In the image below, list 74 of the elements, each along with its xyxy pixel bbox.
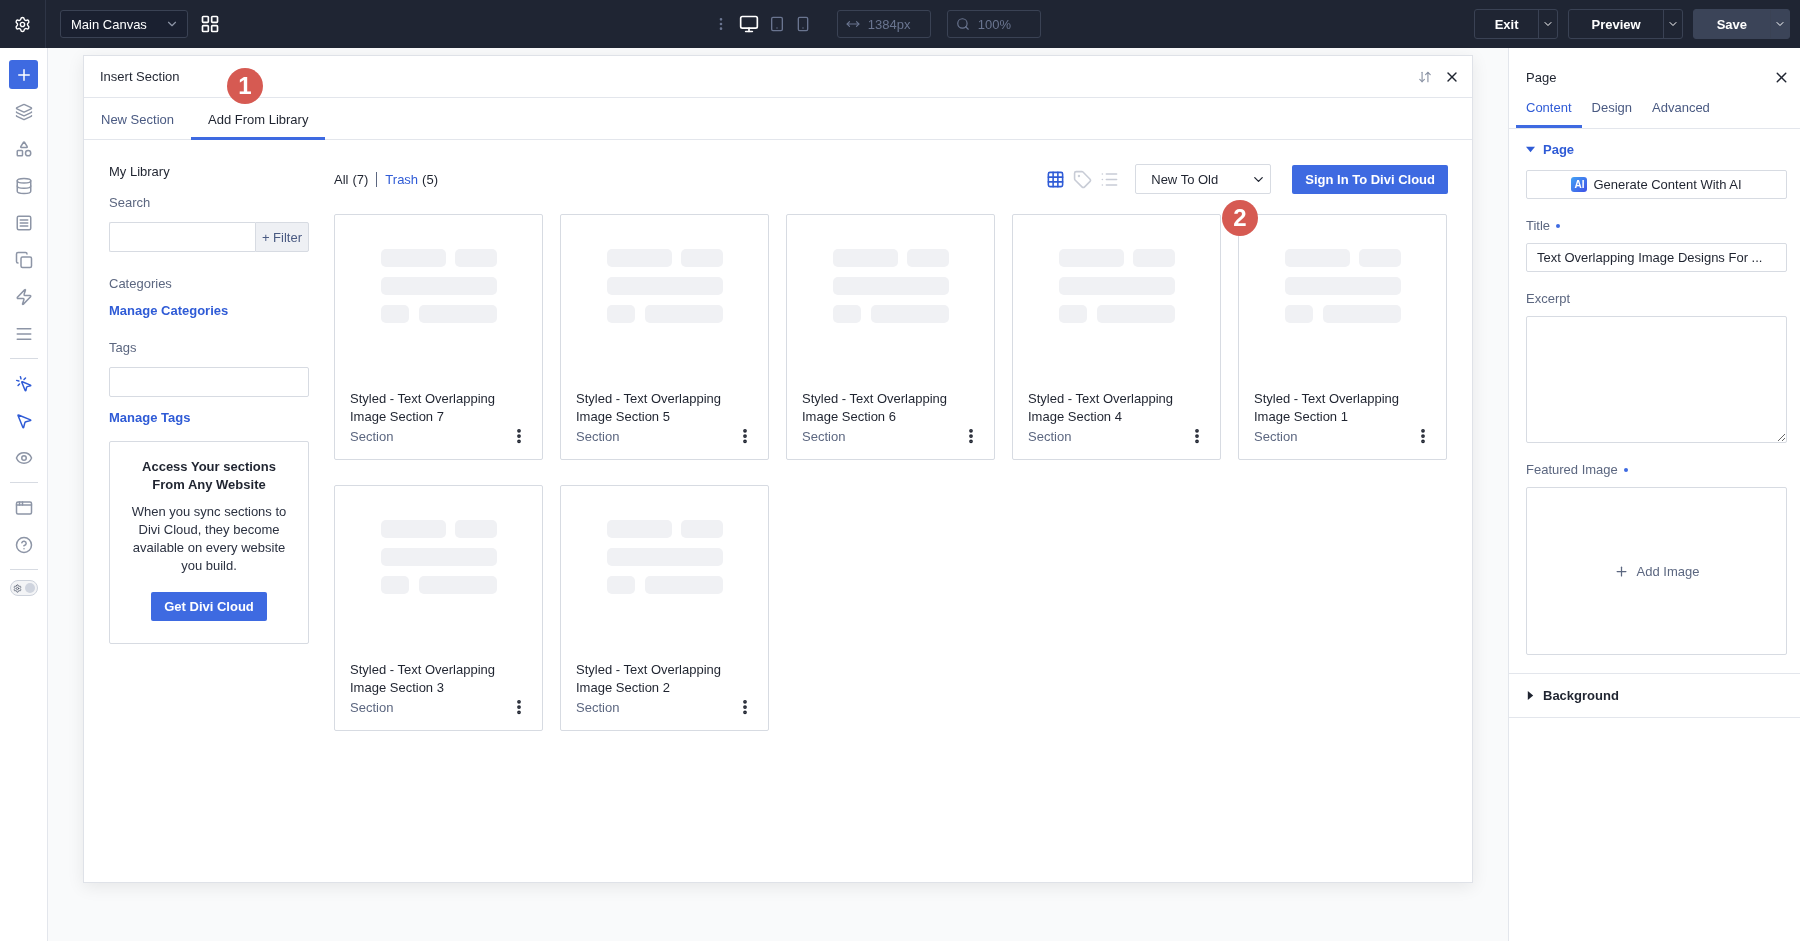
get-divi-cloud-button[interactable]: Get Divi Cloud [151, 592, 267, 621]
search-label: Search [109, 195, 152, 210]
step-badge: 2 [1222, 200, 1258, 236]
split-button[interactable]: Exit [1473, 9, 1559, 39]
step-badge: 1 [227, 68, 263, 104]
dot-icon [1556, 223, 1561, 228]
dot-icon [1623, 467, 1628, 472]
add-icon[interactable] [9, 60, 38, 89]
split-button[interactable]: Save [1692, 9, 1790, 39]
card-type: Section [1028, 428, 1072, 444]
card-title: Styled - Text Overlapping Image Section 1 [1254, 390, 1400, 426]
tab[interactable]: Design [1581, 90, 1642, 128]
theme-toggle[interactable] [9, 580, 38, 596]
sort-icon[interactable] [1418, 69, 1432, 84]
card-title: Styled - Text Overlapping Image Section 2 [576, 661, 722, 697]
settings-icon[interactable] [14, 15, 31, 33]
triangle-icon [1526, 145, 1535, 154]
panel-title: Page [1526, 69, 1557, 85]
card-title: Styled - Text Overlapping Image Section 7 [350, 390, 496, 426]
promo-text: When you sync sections to Divi Cloud, they become available on every website you build. [130, 503, 288, 575]
grid-icon[interactable] [200, 14, 220, 34]
generate-ai-button[interactable]: AI Generate Content With AI [1526, 170, 1787, 199]
card-title: Styled - Text Overlapping Image Section 3 [350, 661, 496, 697]
search-icon [955, 17, 970, 31]
tab[interactable]: Advanced [1642, 90, 1720, 128]
filter-link[interactable]: Trash [385, 171, 419, 187]
tab[interactable]: Content [1516, 90, 1582, 128]
field-label: Title [1526, 218, 1551, 233]
field-label: Featured Image [1526, 462, 1618, 477]
library-heading: My Library [109, 164, 171, 179]
manage-categories-link[interactable]: Manage Categories [109, 303, 309, 318]
library-card[interactable]: Styled - Text Overlapping Image Section 6 Section [786, 214, 995, 460]
sort-select[interactable]: New To Old [1135, 164, 1272, 194]
card-type: Section [802, 428, 846, 444]
card-type: Section [576, 428, 620, 444]
split-button[interactable]: Preview [1568, 9, 1683, 39]
plus-icon [1613, 563, 1629, 579]
field-label: Excerpt [1526, 291, 1571, 306]
card-type: Section [350, 699, 394, 715]
search-field[interactable] [109, 222, 255, 252]
triangle-icon [1526, 691, 1535, 700]
library-card[interactable]: Styled - Text Overlapping Image Section 3 Section [334, 485, 543, 731]
section-toggle[interactable]: Background [1526, 688, 1787, 703]
tab[interactable]: New Section [84, 98, 191, 140]
categories-label: Categories [109, 276, 173, 291]
count: (7) [352, 171, 369, 187]
canvas-select[interactable]: Main Canvas [60, 10, 188, 38]
card-title: Styled - Text Overlapping Image Section 5 [576, 390, 722, 426]
tags-label: Tags [109, 340, 138, 355]
manage-tags-link[interactable]: Manage Tags [109, 410, 309, 425]
add-image-button[interactable]: Add Image [1526, 487, 1787, 655]
library-card[interactable]: Styled - Text Overlapping Image Section 4 Section [1012, 214, 1221, 460]
card-type: Section [1254, 428, 1298, 444]
gear-icon [12, 583, 22, 593]
count: (5) [422, 171, 438, 187]
sign-in-button[interactable]: Sign In To Divi Cloud [1292, 164, 1448, 194]
ai-badge: AI [1571, 177, 1588, 192]
excerpt-field[interactable] [1526, 316, 1787, 443]
library-card[interactable]: Styled - Text Overlapping Image Section 2 Section [560, 485, 769, 731]
dialog-title: Insert Section [100, 69, 180, 84]
tablet-icon[interactable] [768, 16, 785, 32]
title-field[interactable]: Text Overlapping Image Designs For ... [1526, 243, 1787, 272]
card-title: Styled - Text Overlapping Image Section 4 [1028, 390, 1174, 426]
section-toggle[interactable]: Page [1526, 142, 1787, 157]
tags-field[interactable] [109, 367, 309, 397]
filter-button[interactable]: + Filter [254, 222, 309, 252]
filter-link[interactable]: All [334, 171, 349, 187]
card-type: Section [576, 699, 620, 715]
library-card[interactable]: Styled - Text Overlapping Image Section 7 Section [334, 214, 543, 460]
card-type: Section [350, 428, 394, 444]
desktop-icon[interactable] [738, 14, 759, 34]
library-card[interactable]: Styled - Text Overlapping Image Section 5 Section [560, 214, 769, 460]
card-title: Styled - Text Overlapping Image Section 6 [802, 390, 948, 426]
promo-title: Access Your sections From Any Website [141, 458, 277, 494]
